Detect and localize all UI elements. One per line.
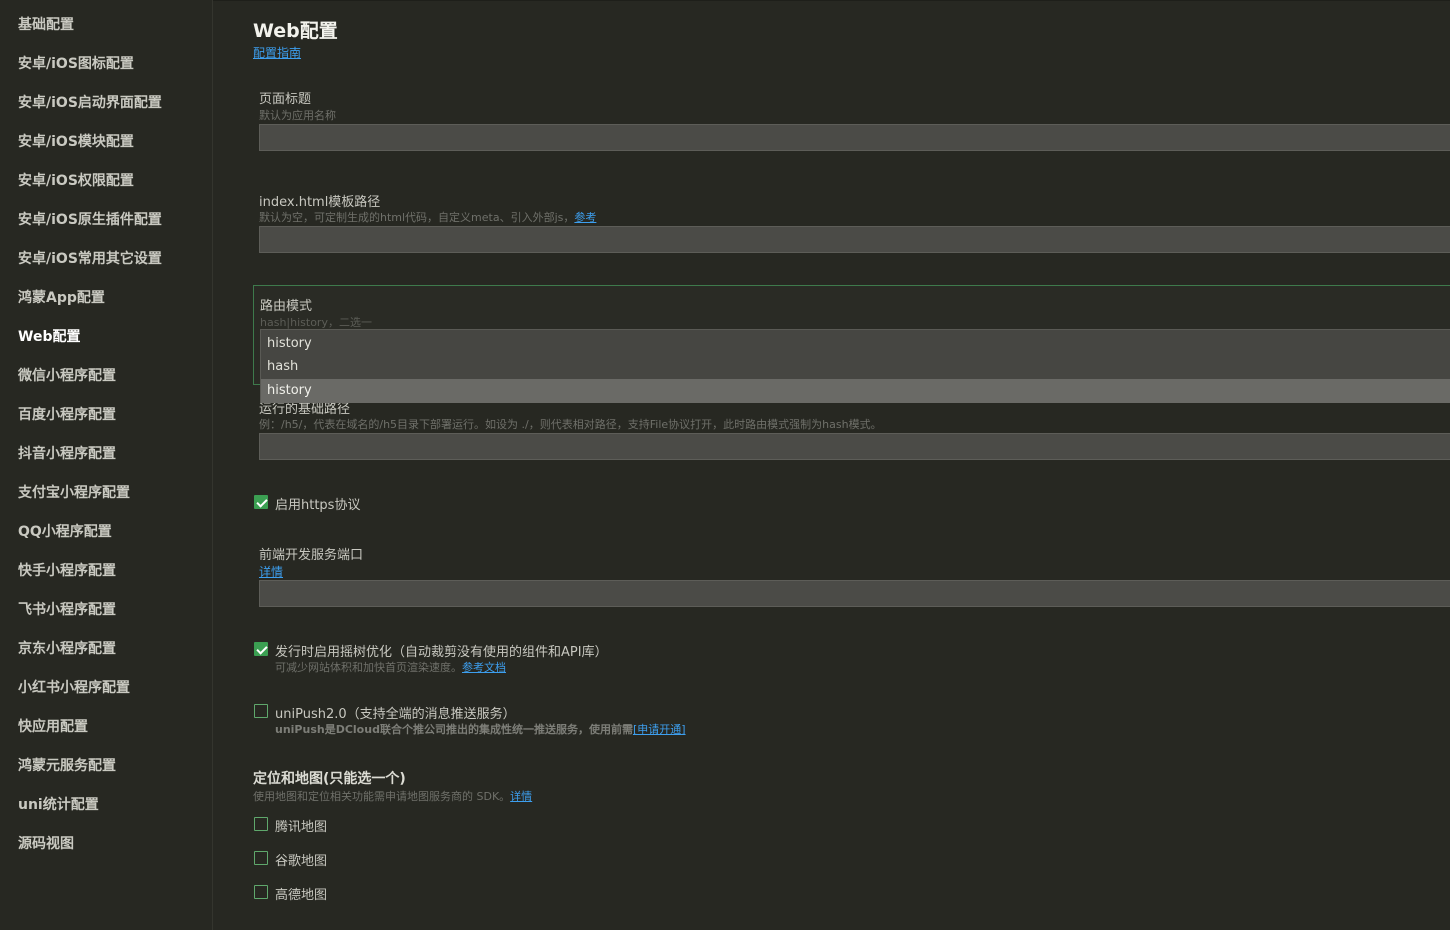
unipush-label: uniPush2.0（支持全端的消息推送服务） bbox=[275, 707, 516, 722]
page-title-field-hint: 默认为应用名称 bbox=[259, 109, 336, 122]
route-mode-label: 路由模式 bbox=[260, 299, 313, 314]
sidebar-item-baidu[interactable]: 百度小程序配置 bbox=[18, 405, 116, 425]
sidebar-item-app-icon[interactable]: 安卓/iOS图标配置 bbox=[18, 54, 134, 74]
tencent-map-label: 腾讯地图 bbox=[275, 820, 328, 835]
route-mode-select[interactable]: history hash history bbox=[260, 329, 1450, 403]
route-mode-option-hash[interactable]: hash bbox=[261, 355, 1450, 379]
base-path-hint: 例：/h5/，代表在域名的/h5目录下部署运行。如设为 ./，则代表相对路径，支… bbox=[259, 418, 882, 431]
template-path-hint: 默认为空，可定制生成的html代码，自定义meta、引入外部js，参考 bbox=[259, 209, 596, 225]
template-path-label: index.html模板路径 bbox=[259, 195, 381, 210]
treeshaking-hint-text: 可减少网站体积和加快首页渲染速度。 bbox=[275, 661, 462, 674]
sidebar-item-basic[interactable]: 基础配置 bbox=[18, 15, 74, 35]
sidebar-item-permissions[interactable]: 安卓/iOS权限配置 bbox=[18, 171, 134, 191]
sidebar-item-other-settings[interactable]: 安卓/iOS常用其它设置 bbox=[18, 249, 162, 269]
unipush-hint-text: uniPush是DCloud联合个推公司推出的集成性统一推送服务，使用前需 bbox=[275, 723, 633, 736]
template-path-ref-link[interactable]: 参考 bbox=[574, 211, 596, 224]
sidebar-item-source-view[interactable]: 源码视图 bbox=[18, 834, 74, 854]
treeshaking-doc-link[interactable]: 参考文档 bbox=[462, 661, 506, 674]
sidebar-item-jd[interactable]: 京东小程序配置 bbox=[18, 639, 116, 659]
map-section-hint-text: 使用地图和定位相关功能需申请地图服务商的 SDK。 bbox=[253, 790, 511, 803]
template-path-input[interactable] bbox=[259, 226, 1450, 253]
sidebar-item-harmony-app[interactable]: 鸿蒙App配置 bbox=[18, 288, 105, 308]
template-path-hint-text: 默认为空，可定制生成的html代码，自定义meta、引入外部js， bbox=[259, 211, 575, 224]
page-title-field-label: 页面标题 bbox=[259, 92, 312, 107]
sidebar-item-xiaohongshu[interactable]: 小红书小程序配置 bbox=[18, 678, 130, 698]
main-panel: Web配置 配置指南 页面标题 默认为应用名称 index.html模板路径 默… bbox=[213, 0, 1450, 930]
sidebar-item-modules[interactable]: 安卓/iOS模块配置 bbox=[18, 132, 134, 152]
dev-port-details-link[interactable]: 详情 bbox=[259, 563, 283, 580]
sidebar-item-alipay[interactable]: 支付宝小程序配置 bbox=[18, 483, 130, 503]
page-title-input[interactable] bbox=[259, 124, 1450, 151]
unipush-apply-link[interactable]: [申请开通] bbox=[633, 723, 686, 736]
route-mode-hint: hash|history，二选一 bbox=[260, 316, 372, 329]
map-section-details-link[interactable]: 详情 bbox=[510, 790, 532, 803]
sidebar-item-wechat[interactable]: 微信小程序配置 bbox=[18, 366, 116, 386]
unipush-hint: uniPush是DCloud联合个推公司推出的集成性统一推送服务，使用前需[申请… bbox=[275, 721, 686, 737]
google-map-label: 谷歌地图 bbox=[275, 854, 328, 869]
sidebar-item-feishu[interactable]: 飞书小程序配置 bbox=[18, 600, 116, 620]
treeshaking-checkbox[interactable] bbox=[254, 642, 268, 656]
google-map-checkbox[interactable] bbox=[254, 851, 268, 865]
https-label: 启用https协议 bbox=[275, 498, 361, 513]
sidebar: 基础配置 安卓/iOS图标配置 安卓/iOS启动界面配置 安卓/iOS模块配置 … bbox=[0, 0, 213, 930]
base-path-input[interactable] bbox=[259, 433, 1450, 460]
guide-link[interactable]: 配置指南 bbox=[253, 44, 301, 61]
sidebar-item-web[interactable]: Web配置 bbox=[18, 327, 80, 347]
amap-checkbox[interactable] bbox=[254, 885, 268, 899]
sidebar-item-splash[interactable]: 安卓/iOS启动界面配置 bbox=[18, 93, 162, 113]
page-title: Web配置 bbox=[253, 20, 338, 42]
dev-port-label: 前端开发服务端口 bbox=[259, 548, 364, 563]
sidebar-item-douyin[interactable]: 抖音小程序配置 bbox=[18, 444, 116, 464]
sidebar-item-uni-stat[interactable]: uni统计配置 bbox=[18, 795, 99, 815]
treeshaking-label: 发行时启用摇树优化（自动裁剪没有使用的组件和API库） bbox=[275, 645, 608, 660]
sidebar-item-quickapp[interactable]: 快应用配置 bbox=[18, 717, 88, 737]
tencent-map-checkbox[interactable] bbox=[254, 817, 268, 831]
map-section-hint: 使用地图和定位相关功能需申请地图服务商的 SDK。详情 bbox=[253, 788, 532, 804]
treeshaking-hint: 可减少网站体积和加快首页渲染速度。参考文档 bbox=[275, 659, 506, 675]
sidebar-item-harmony-service[interactable]: 鸿蒙元服务配置 bbox=[18, 756, 116, 776]
route-mode-option-history[interactable]: history bbox=[261, 379, 1450, 403]
amap-label: 高德地图 bbox=[275, 888, 328, 903]
https-checkbox[interactable] bbox=[254, 495, 268, 509]
sidebar-item-kuaishou[interactable]: 快手小程序配置 bbox=[18, 561, 116, 581]
sidebar-item-qq[interactable]: QQ小程序配置 bbox=[18, 522, 112, 542]
map-section-title: 定位和地图(只能选一个) bbox=[253, 771, 406, 787]
route-mode-current-value[interactable]: history bbox=[261, 332, 1450, 356]
sidebar-item-native-plugins[interactable]: 安卓/iOS原生插件配置 bbox=[18, 210, 162, 230]
unipush-checkbox[interactable] bbox=[254, 704, 268, 718]
dev-port-input[interactable] bbox=[259, 580, 1450, 607]
